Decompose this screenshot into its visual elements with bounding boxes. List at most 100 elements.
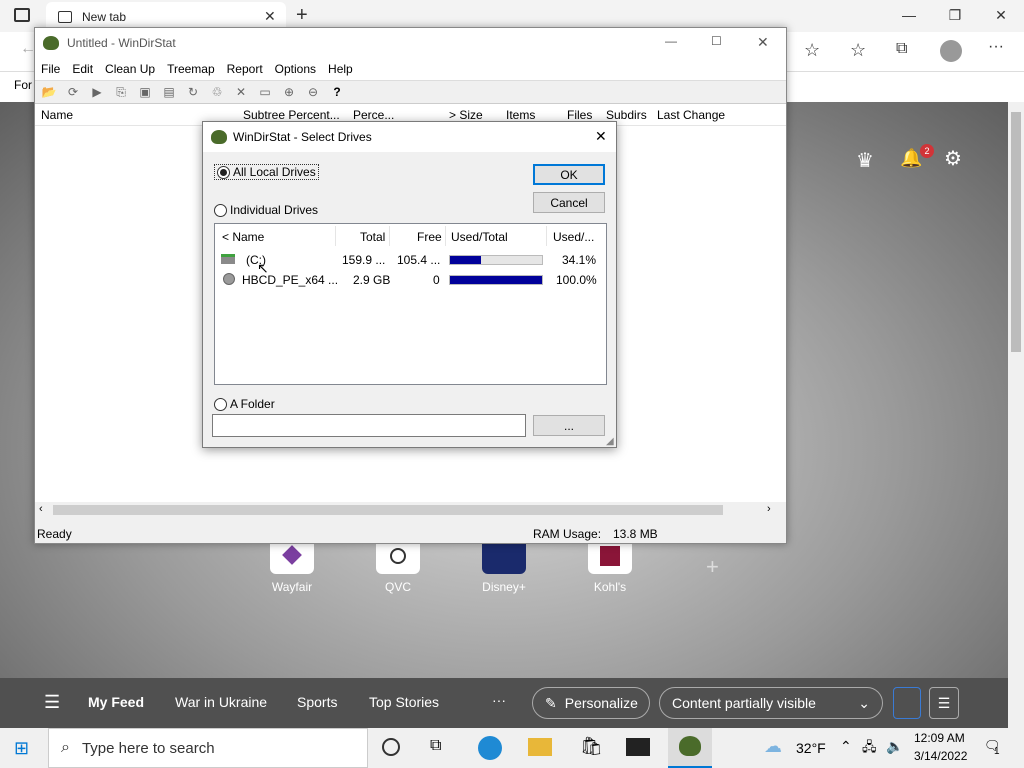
delete-icon[interactable]: ✕: [231, 83, 251, 101]
visibility-dropdown[interactable]: Content partially visible ⌄: [659, 687, 883, 719]
feed-tab-ukraine[interactable]: War in Ukraine: [175, 694, 267, 710]
properties-icon[interactable]: ▭: [255, 83, 275, 101]
scroll-left-icon[interactable]: ‹: [39, 503, 43, 515]
copy-path-icon[interactable]: ⎘: [111, 83, 131, 101]
col-last-change[interactable]: Last Change: [657, 108, 725, 122]
menu-report[interactable]: Report: [221, 62, 269, 76]
col-items[interactable]: Items: [506, 108, 535, 122]
resize-grip-icon[interactable]: ◢: [606, 436, 614, 447]
refresh-selected-icon[interactable]: ↻: [183, 83, 203, 101]
mail-taskbar-icon[interactable]: [626, 738, 650, 756]
ok-button[interactable]: OK: [533, 164, 605, 185]
scroll-right-icon[interactable]: ›: [767, 503, 771, 515]
menu-cleanup[interactable]: Clean Up: [99, 62, 161, 76]
minimize-icon[interactable]: —: [665, 34, 677, 48]
drv-col-name[interactable]: < Name: [222, 230, 264, 244]
col-subtree-percent[interactable]: Subtree Percent...: [243, 108, 340, 122]
col-size[interactable]: > Size: [449, 108, 483, 122]
list-view-icon[interactable]: ☰: [929, 687, 959, 719]
windirstat-titlebar[interactable]: Untitled - WinDirStat — ☐ ✕: [35, 28, 786, 58]
drv-col-used-total[interactable]: Used/Total: [451, 230, 508, 244]
cancel-button[interactable]: Cancel: [533, 192, 605, 213]
drv-col-total[interactable]: Total: [360, 230, 385, 244]
horizontal-scrollbar[interactable]: ‹ ›: [35, 502, 786, 518]
menu-file[interactable]: File: [35, 62, 66, 76]
windirstat-taskbar-icon[interactable]: [668, 728, 712, 768]
close-icon[interactable]: ✕: [757, 34, 769, 51]
command-prompt-icon[interactable]: ▤: [159, 83, 179, 101]
add-tile-icon[interactable]: +: [706, 554, 719, 580]
zoom-in-icon[interactable]: ⊕: [279, 83, 299, 101]
settings-more-icon[interactable]: ···: [988, 38, 1004, 56]
drv-col-free[interactable]: Free: [417, 230, 442, 244]
weather-temp[interactable]: 32°F: [796, 740, 826, 756]
col-files[interactable]: Files: [567, 108, 592, 122]
network-icon[interactable]: 🖧: [862, 738, 877, 760]
restore-icon[interactable]: ❐: [932, 0, 978, 30]
task-view-icon[interactable]: ⧉: [430, 737, 441, 755]
profile-avatar[interactable]: [940, 40, 962, 62]
tile-qvc-icon[interactable]: [376, 542, 420, 574]
menu-options[interactable]: Options: [269, 62, 322, 76]
drv-col-used-pct[interactable]: Used/...: [553, 230, 594, 244]
play-icon[interactable]: ▶: [87, 83, 107, 101]
refresh-all-icon[interactable]: ⟳: [63, 83, 83, 101]
close-icon[interactable]: ✕: [978, 0, 1024, 30]
favorites-icon[interactable]: ☆: [850, 40, 866, 61]
chevron-up-icon[interactable]: ⌃: [840, 738, 852, 755]
zoom-out-icon[interactable]: ⊖: [303, 83, 323, 101]
explorer-taskbar-icon[interactable]: [528, 738, 552, 756]
tile-kohls-icon[interactable]: [588, 542, 632, 574]
windows-start-icon[interactable]: ⊞: [14, 738, 29, 759]
favorites-bar-text[interactable]: For: [14, 78, 32, 92]
collections-icon[interactable]: ⧉: [896, 40, 907, 58]
grid-view-icon[interactable]: [893, 687, 921, 719]
tile-label: Kohl's: [593, 580, 627, 594]
personalize-button[interactable]: ✎ Personalize: [532, 687, 650, 719]
windirstat-logo-icon: [211, 130, 227, 144]
folder-path-input[interactable]: [212, 414, 526, 437]
menu-treemap[interactable]: Treemap: [161, 62, 221, 76]
cortana-icon[interactable]: [382, 738, 400, 756]
volume-icon[interactable]: 🔈: [886, 738, 903, 755]
drive-row[interactable]: HBCD_PE_x64 ... 2.9 GB 0 100.0%: [215, 271, 606, 289]
store-taskbar-icon[interactable]: 🛍: [580, 736, 603, 757]
col-subdirs[interactable]: Subdirs: [606, 108, 647, 122]
rewards-icon[interactable]: ♛: [856, 148, 874, 173]
drive-row[interactable]: (C:) 159.9 ... 105.4 ... 34.1%: [215, 251, 606, 269]
dialog-titlebar[interactable]: WinDirStat - Select Drives ✕: [203, 122, 616, 152]
col-percent[interactable]: Perce...: [353, 108, 394, 122]
explorer-icon[interactable]: ▣: [135, 83, 155, 101]
clock-time[interactable]: 12:09 AM: [914, 731, 965, 745]
drive-list[interactable]: < Name Total Free Used/Total Used/... (C…: [214, 223, 607, 385]
add-favorite-icon[interactable]: ☆: [804, 40, 820, 61]
feed-tab-sports[interactable]: Sports: [297, 694, 337, 710]
recycle-icon[interactable]: ♲: [207, 83, 227, 101]
close-icon[interactable]: ✕: [595, 128, 607, 145]
menu-edit[interactable]: Edit: [66, 62, 99, 76]
help-icon[interactable]: ?: [327, 83, 347, 101]
clock-date[interactable]: 3/14/2022: [914, 749, 967, 763]
page-scrollbar[interactable]: [1008, 102, 1024, 728]
col-name[interactable]: Name: [41, 108, 73, 122]
feed-more-icon[interactable]: ···: [492, 692, 506, 708]
edge-taskbar-icon[interactable]: [478, 736, 502, 760]
menu-help[interactable]: Help: [322, 62, 359, 76]
close-tab-icon[interactable]: ✕: [264, 8, 276, 25]
tile-wayfair-icon[interactable]: [270, 542, 314, 574]
radio-folder[interactable]: A Folder: [214, 397, 275, 411]
hamburger-icon[interactable]: ☰: [44, 692, 60, 713]
taskbar-search[interactable]: ⌕ Type here to search: [48, 728, 368, 768]
feed-tab-topstories[interactable]: Top Stories: [369, 694, 439, 710]
tile-disney-icon[interactable]: [482, 542, 526, 574]
maximize-icon[interactable]: ☐: [711, 34, 722, 48]
radio-all-drives[interactable]: All Local Drives: [214, 164, 319, 180]
radio-individual-drives[interactable]: Individual Drives: [214, 203, 318, 217]
tab-actions-icon[interactable]: [14, 8, 30, 22]
browse-button[interactable]: ...: [533, 415, 605, 436]
open-icon[interactable]: 📂: [39, 83, 59, 101]
new-tab-icon[interactable]: +: [296, 4, 308, 27]
feed-tab-myfeed[interactable]: My Feed: [88, 694, 144, 710]
page-settings-icon[interactable]: ⚙: [944, 146, 962, 171]
minimize-icon[interactable]: —: [886, 0, 932, 30]
